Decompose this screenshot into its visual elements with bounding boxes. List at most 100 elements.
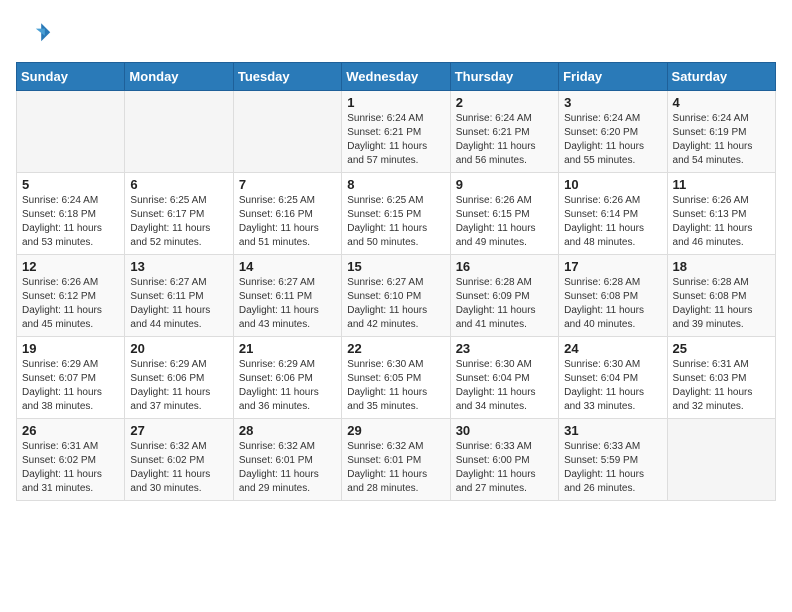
day-number: 1 bbox=[347, 95, 444, 110]
calendar-cell: 29 Sunrise: 6:32 AM Sunset: 6:01 PM Dayli… bbox=[342, 419, 450, 501]
day-number: 7 bbox=[239, 177, 336, 192]
calendar-cell: 21 Sunrise: 6:29 AM Sunset: 6:06 PM Dayli… bbox=[233, 337, 341, 419]
day-number: 13 bbox=[130, 259, 227, 274]
calendar-cell bbox=[233, 91, 341, 173]
col-header-thursday: Thursday bbox=[450, 63, 558, 91]
calendar-week-row: 12 Sunrise: 6:26 AM Sunset: 6:12 PM Dayli… bbox=[17, 255, 776, 337]
day-info: Sunrise: 6:24 AM Sunset: 6:20 PM Dayligh… bbox=[564, 112, 661, 168]
col-header-sunday: Sunday bbox=[17, 63, 125, 91]
day-info: Sunrise: 6:24 AM Sunset: 6:18 PM Dayligh… bbox=[22, 194, 119, 250]
day-number: 4 bbox=[673, 95, 770, 110]
day-info: Sunrise: 6:29 AM Sunset: 6:07 PM Dayligh… bbox=[22, 358, 119, 414]
day-info: Sunrise: 6:29 AM Sunset: 6:06 PM Dayligh… bbox=[130, 358, 227, 414]
calendar-cell: 24 Sunrise: 6:30 AM Sunset: 6:04 PM Dayli… bbox=[559, 337, 667, 419]
day-number: 3 bbox=[564, 95, 661, 110]
day-number: 25 bbox=[673, 341, 770, 356]
calendar-week-row: 26 Sunrise: 6:31 AM Sunset: 6:02 PM Dayli… bbox=[17, 419, 776, 501]
day-number: 31 bbox=[564, 423, 661, 438]
day-info: Sunrise: 6:33 AM Sunset: 6:00 PM Dayligh… bbox=[456, 440, 553, 496]
day-number: 22 bbox=[347, 341, 444, 356]
calendar-cell: 30 Sunrise: 6:33 AM Sunset: 6:00 PM Dayli… bbox=[450, 419, 558, 501]
day-number: 8 bbox=[347, 177, 444, 192]
day-number: 30 bbox=[456, 423, 553, 438]
day-number: 12 bbox=[22, 259, 119, 274]
calendar-cell: 31 Sunrise: 6:33 AM Sunset: 5:59 PM Dayli… bbox=[559, 419, 667, 501]
calendar-cell: 25 Sunrise: 6:31 AM Sunset: 6:03 PM Dayli… bbox=[667, 337, 775, 419]
col-header-saturday: Saturday bbox=[667, 63, 775, 91]
day-info: Sunrise: 6:27 AM Sunset: 6:11 PM Dayligh… bbox=[130, 276, 227, 332]
calendar-cell bbox=[667, 419, 775, 501]
col-header-monday: Monday bbox=[125, 63, 233, 91]
calendar-cell: 5Sunrise: 6:24 AM Sunset: 6:18 PM Daylig… bbox=[17, 173, 125, 255]
day-info: Sunrise: 6:26 AM Sunset: 6:12 PM Dayligh… bbox=[22, 276, 119, 332]
day-number: 6 bbox=[130, 177, 227, 192]
calendar-cell: 14Sunrise: 6:27 AM Sunset: 6:11 PM Dayli… bbox=[233, 255, 341, 337]
calendar-cell: 20 Sunrise: 6:29 AM Sunset: 6:06 PM Dayli… bbox=[125, 337, 233, 419]
day-info: Sunrise: 6:26 AM Sunset: 6:14 PM Dayligh… bbox=[564, 194, 661, 250]
calendar-cell: 28 Sunrise: 6:32 AM Sunset: 6:01 PM Dayli… bbox=[233, 419, 341, 501]
day-number: 26 bbox=[22, 423, 119, 438]
day-info: Sunrise: 6:31 AM Sunset: 6:03 PM Dayligh… bbox=[673, 358, 770, 414]
col-header-wednesday: Wednesday bbox=[342, 63, 450, 91]
day-info: Sunrise: 6:33 AM Sunset: 5:59 PM Dayligh… bbox=[564, 440, 661, 496]
day-number: 23 bbox=[456, 341, 553, 356]
day-info: Sunrise: 6:29 AM Sunset: 6:06 PM Dayligh… bbox=[239, 358, 336, 414]
day-info: Sunrise: 6:24 AM Sunset: 6:21 PM Dayligh… bbox=[456, 112, 553, 168]
day-number: 28 bbox=[239, 423, 336, 438]
day-info: Sunrise: 6:25 AM Sunset: 6:17 PM Dayligh… bbox=[130, 194, 227, 250]
day-info: Sunrise: 6:28 AM Sunset: 6:08 PM Dayligh… bbox=[673, 276, 770, 332]
calendar-cell: 10 Sunrise: 6:26 AM Sunset: 6:14 PM Dayli… bbox=[559, 173, 667, 255]
calendar-cell: 13 Sunrise: 6:27 AM Sunset: 6:11 PM Dayli… bbox=[125, 255, 233, 337]
day-number: 24 bbox=[564, 341, 661, 356]
calendar-week-row: 1 Sunrise: 6:24 AM Sunset: 6:21 PM Daylig… bbox=[17, 91, 776, 173]
calendar-cell: 3 Sunrise: 6:24 AM Sunset: 6:20 PM Daylig… bbox=[559, 91, 667, 173]
calendar-cell: 18 Sunrise: 6:28 AM Sunset: 6:08 PM Dayli… bbox=[667, 255, 775, 337]
calendar-cell: 17 Sunrise: 6:28 AM Sunset: 6:08 PM Dayli… bbox=[559, 255, 667, 337]
calendar-cell: 6 Sunrise: 6:25 AM Sunset: 6:17 PM Daylig… bbox=[125, 173, 233, 255]
calendar-cell: 19 Sunrise: 6:29 AM Sunset: 6:07 PM Dayli… bbox=[17, 337, 125, 419]
calendar-cell bbox=[125, 91, 233, 173]
day-info: Sunrise: 6:26 AM Sunset: 6:15 PM Dayligh… bbox=[456, 194, 553, 250]
col-header-tuesday: Tuesday bbox=[233, 63, 341, 91]
calendar-week-row: 5Sunrise: 6:24 AM Sunset: 6:18 PM Daylig… bbox=[17, 173, 776, 255]
day-number: 14 bbox=[239, 259, 336, 274]
day-number: 19 bbox=[22, 341, 119, 356]
day-number: 10 bbox=[564, 177, 661, 192]
day-info: Sunrise: 6:24 AM Sunset: 6:21 PM Dayligh… bbox=[347, 112, 444, 168]
calendar-cell: 7Sunrise: 6:25 AM Sunset: 6:16 PM Daylig… bbox=[233, 173, 341, 255]
day-number: 21 bbox=[239, 341, 336, 356]
day-number: 29 bbox=[347, 423, 444, 438]
day-number: 18 bbox=[673, 259, 770, 274]
day-info: Sunrise: 6:25 AM Sunset: 6:15 PM Dayligh… bbox=[347, 194, 444, 250]
day-info: Sunrise: 6:32 AM Sunset: 6:01 PM Dayligh… bbox=[239, 440, 336, 496]
calendar-header-row: SundayMondayTuesdayWednesdayThursdayFrid… bbox=[17, 63, 776, 91]
day-number: 2 bbox=[456, 95, 553, 110]
day-info: Sunrise: 6:30 AM Sunset: 6:05 PM Dayligh… bbox=[347, 358, 444, 414]
day-number: 9 bbox=[456, 177, 553, 192]
day-info: Sunrise: 6:24 AM Sunset: 6:19 PM Dayligh… bbox=[673, 112, 770, 168]
day-info: Sunrise: 6:31 AM Sunset: 6:02 PM Dayligh… bbox=[22, 440, 119, 496]
day-info: Sunrise: 6:27 AM Sunset: 6:10 PM Dayligh… bbox=[347, 276, 444, 332]
day-number: 11 bbox=[673, 177, 770, 192]
day-info: Sunrise: 6:32 AM Sunset: 6:01 PM Dayligh… bbox=[347, 440, 444, 496]
calendar-week-row: 19 Sunrise: 6:29 AM Sunset: 6:07 PM Dayli… bbox=[17, 337, 776, 419]
calendar-cell: 16Sunrise: 6:28 AM Sunset: 6:09 PM Dayli… bbox=[450, 255, 558, 337]
calendar-cell: 22 Sunrise: 6:30 AM Sunset: 6:05 PM Dayli… bbox=[342, 337, 450, 419]
day-number: 16 bbox=[456, 259, 553, 274]
day-number: 27 bbox=[130, 423, 227, 438]
day-number: 17 bbox=[564, 259, 661, 274]
calendar-table: SundayMondayTuesdayWednesdayThursdayFrid… bbox=[16, 62, 776, 501]
day-number: 20 bbox=[130, 341, 227, 356]
logo bbox=[16, 16, 56, 52]
calendar-cell: 4 Sunrise: 6:24 AM Sunset: 6:19 PM Daylig… bbox=[667, 91, 775, 173]
day-info: Sunrise: 6:30 AM Sunset: 6:04 PM Dayligh… bbox=[564, 358, 661, 414]
day-info: Sunrise: 6:30 AM Sunset: 6:04 PM Dayligh… bbox=[456, 358, 553, 414]
day-info: Sunrise: 6:28 AM Sunset: 6:08 PM Dayligh… bbox=[564, 276, 661, 332]
col-header-friday: Friday bbox=[559, 63, 667, 91]
calendar-cell: 26 Sunrise: 6:31 AM Sunset: 6:02 PM Dayli… bbox=[17, 419, 125, 501]
day-info: Sunrise: 6:26 AM Sunset: 6:13 PM Dayligh… bbox=[673, 194, 770, 250]
day-info: Sunrise: 6:32 AM Sunset: 6:02 PM Dayligh… bbox=[130, 440, 227, 496]
calendar-cell: 15Sunrise: 6:27 AM Sunset: 6:10 PM Dayli… bbox=[342, 255, 450, 337]
calendar-cell: 12 Sunrise: 6:26 AM Sunset: 6:12 PM Dayli… bbox=[17, 255, 125, 337]
calendar-cell bbox=[17, 91, 125, 173]
